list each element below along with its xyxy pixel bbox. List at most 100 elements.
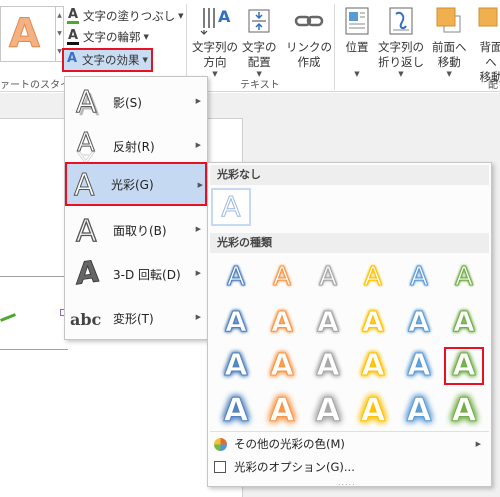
text-effects-button[interactable]: A 文字の効果 ▼ — [62, 48, 153, 72]
glow-variant-letter: A — [223, 391, 249, 429]
glow-variant-letter: A — [360, 391, 386, 429]
glow-variant-r1-c1[interactable]: A — [216, 258, 256, 296]
submenu-arrow-icon: ▶ — [195, 141, 201, 149]
glow-variant-letter: A — [408, 305, 431, 338]
glow-variant-r2-c4[interactable]: A — [353, 303, 393, 341]
text-outline-button[interactable]: A 文字の輪郭 ▼ — [66, 27, 149, 47]
glow-variant-r3-c6[interactable]: A — [444, 347, 484, 385]
bring-forward-button[interactable]: 前面へ 移動 ▼ — [432, 4, 467, 79]
menu-item-label: 面取り(B) — [113, 223, 167, 238]
glow-variant-letter: A — [273, 262, 292, 292]
glow-variant-r3-c4[interactable]: A — [353, 347, 393, 385]
svg-text:A: A — [74, 168, 95, 201]
menu-item-label: 3-D 回転(D) — [113, 267, 181, 282]
scroll-down-icon[interactable]: ▼ — [56, 25, 63, 43]
menu-item-glow[interactable]: A 光彩(G) ▶ — [65, 162, 207, 206]
menu-item-label: 光彩(G) — [111, 177, 154, 192]
glow-variant-letter: A — [362, 305, 385, 338]
glow-variant-letter: A — [451, 391, 477, 429]
glow-variant-r1-c6[interactable]: A — [444, 258, 484, 296]
glow-options-label: 光彩のオプション(G)... — [234, 460, 355, 474]
glow-variant-letter: A — [361, 348, 385, 383]
create-link-button[interactable]: リンクの 作成 — [286, 4, 332, 70]
glow-variant-r3-c1[interactable]: A — [216, 347, 256, 385]
glow-variant-r1-c5[interactable]: A — [399, 258, 439, 296]
glow-variant-r2-c6[interactable]: A — [444, 303, 484, 341]
text-direction-button[interactable]: A 文字列の 方向 ▼ — [192, 4, 238, 79]
glow-variant-r1-c3[interactable]: A — [308, 258, 348, 296]
position-label: 位置 — [345, 40, 369, 54]
glow-variant-r1-c2[interactable]: A — [262, 258, 302, 296]
glow-variant-r3-c3[interactable]: A — [308, 347, 348, 385]
glow-variant-letter: A — [225, 305, 248, 338]
text-effects-menu: AA 影(S) ▶ AA 反射(R) ▶ A 光彩(G) ▶ A 面取り(B) … — [64, 76, 208, 340]
send-backward-label-1: 背面へ — [479, 40, 500, 69]
resize-grip-icon[interactable]: ..... — [338, 478, 356, 487]
svg-text:A: A — [218, 7, 231, 26]
glow-variant-r4-c1[interactable]: A — [216, 391, 256, 429]
glow-variant-r3-c5[interactable]: A — [399, 347, 439, 385]
wordart-quick-style[interactable]: A — [0, 6, 56, 62]
no-glow-letter: A — [221, 190, 241, 223]
position-icon — [340, 4, 374, 38]
chevron-down-icon: ▼ — [398, 70, 404, 78]
text-group-label: テキスト — [240, 80, 280, 91]
glow-variant-r4-c4[interactable]: A — [353, 391, 393, 429]
menu-item-shadow[interactable]: AA 影(S) ▶ — [69, 80, 203, 124]
more-glow-colors-item[interactable]: その他の光彩の色(M) ▶ — [210, 433, 489, 455]
group-separator — [334, 4, 335, 90]
glow-variations-heading: 光彩の種類 — [210, 233, 489, 253]
wrap-text-icon — [384, 4, 418, 38]
text-fill-button[interactable]: A 文字の塗りつぶし ▼ — [66, 6, 184, 26]
create-link-label-1: リンクの — [286, 40, 332, 54]
menu-item-bevel[interactable]: A 面取り(B) ▶ — [69, 208, 203, 252]
submenu-arrow-icon: ▶ — [195, 269, 201, 277]
send-backward-button[interactable]: 背面へ 移動 — [474, 4, 500, 85]
wordart-style-preview: A — [9, 11, 41, 58]
svg-text:A: A — [76, 257, 100, 291]
arrange-group-label: 配 — [488, 80, 498, 91]
menu-divider — [210, 431, 489, 432]
glow-variant-r2-c5[interactable]: A — [399, 303, 439, 341]
text-outline-icon: A — [67, 28, 79, 45]
glow-variant-r2-c3[interactable]: A — [308, 303, 348, 341]
svg-text:A: A — [76, 85, 97, 119]
glow-variant-letter: A — [319, 262, 338, 292]
text-direction-label-1: 文字列の — [192, 40, 238, 54]
position-button[interactable]: 位置 ▼ — [340, 4, 374, 79]
glow-variant-letter: A — [364, 262, 383, 292]
shape-border-bottom — [0, 349, 68, 350]
chevron-down-icon: ▼ — [446, 70, 452, 78]
glow-variant-r3-c2[interactable]: A — [262, 347, 302, 385]
glow-variant-r2-c1[interactable]: A — [216, 303, 256, 341]
bring-forward-label-1: 前面へ — [432, 40, 467, 54]
glow-variant-letter: A — [407, 348, 431, 383]
text-fill-label: 文字の塗りつぶし — [83, 9, 176, 23]
no-glow-option[interactable]: A — [211, 188, 251, 226]
align-text-icon — [242, 4, 276, 38]
menu-item-3d-rotation[interactable]: A 3-D 回転(D) ▶ — [69, 252, 203, 296]
glow-variant-r4-c3[interactable]: A — [308, 391, 348, 429]
wrap-text-button[interactable]: 文字列の 折り返し ▼ — [378, 4, 424, 79]
glow-variant-letter: A — [406, 391, 432, 429]
glow-variant-r4-c6[interactable]: A — [444, 391, 484, 429]
menu-item-transform[interactable]: abc 変形(T) ▶ — [69, 296, 203, 340]
glow-variant-letter: A — [455, 262, 474, 292]
glow-variant-letter: A — [271, 305, 294, 338]
glow-variant-r2-c2[interactable]: A — [262, 303, 302, 341]
text-fill-icon: A — [67, 7, 79, 24]
glow-variant-letter: A — [227, 262, 246, 292]
glow-variant-r1-c4[interactable]: A — [353, 258, 393, 296]
create-link-label-2: 作成 — [297, 55, 321, 69]
scroll-up-icon[interactable]: ▲ — [56, 7, 63, 25]
glow-options-item[interactable]: 光彩のオプション(G)... — [210, 456, 489, 478]
svg-text:abc: abc — [70, 310, 102, 329]
rotation-3d-a-icon: A — [69, 254, 105, 294]
bevel-a-icon: A — [69, 210, 105, 250]
green-stroke-shape — [0, 313, 16, 322]
submenu-arrow-icon: ▶ — [475, 440, 481, 448]
glow-variant-r4-c5[interactable]: A — [399, 391, 439, 429]
text-align-button[interactable]: 文字の 配置 ▼ — [242, 4, 277, 79]
bring-forward-label-2: 移動 — [437, 55, 461, 69]
glow-variant-r4-c2[interactable]: A — [262, 391, 302, 429]
